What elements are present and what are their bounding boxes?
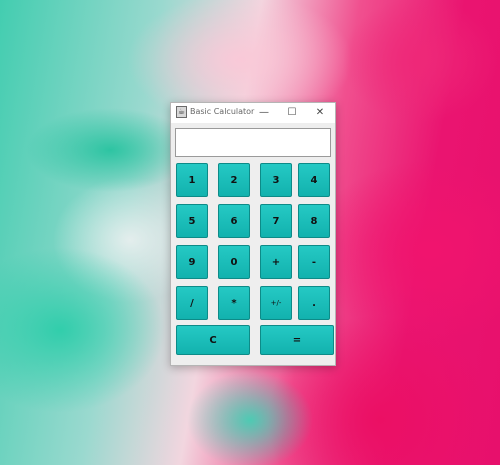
- button-7[interactable]: 7: [260, 204, 292, 238]
- minus-button[interactable]: -: [298, 245, 330, 279]
- java-app-icon: ☕: [176, 106, 187, 118]
- button-5[interactable]: 5: [176, 204, 208, 238]
- multiply-button[interactable]: *: [218, 286, 250, 320]
- close-icon[interactable]: ✕: [307, 103, 333, 123]
- button-8[interactable]: 8: [298, 204, 330, 238]
- button-0[interactable]: 0: [218, 245, 250, 279]
- display-field[interactable]: [175, 128, 331, 157]
- button-9[interactable]: 9: [176, 245, 208, 279]
- divide-button[interactable]: /: [176, 286, 208, 320]
- minimize-icon[interactable]: —: [251, 103, 277, 123]
- calculator-window: ☕ Basic Calculator — ☐ ✕ 1 2 3 4 5 6 7 8…: [170, 102, 336, 366]
- equals-button[interactable]: =: [260, 325, 334, 355]
- button-2[interactable]: 2: [218, 163, 250, 197]
- negate-button[interactable]: +/-: [260, 286, 292, 320]
- plus-button[interactable]: +: [260, 245, 292, 279]
- button-6[interactable]: 6: [218, 204, 250, 238]
- window-title: Basic Calculator: [190, 107, 255, 116]
- button-3[interactable]: 3: [260, 163, 292, 197]
- clear-button[interactable]: C: [176, 325, 250, 355]
- title-bar[interactable]: ☕ Basic Calculator — ☐ ✕: [171, 103, 335, 123]
- button-1[interactable]: 1: [176, 163, 208, 197]
- decimal-button[interactable]: .: [298, 286, 330, 320]
- maximize-icon[interactable]: ☐: [279, 103, 305, 123]
- button-4[interactable]: 4: [298, 163, 330, 197]
